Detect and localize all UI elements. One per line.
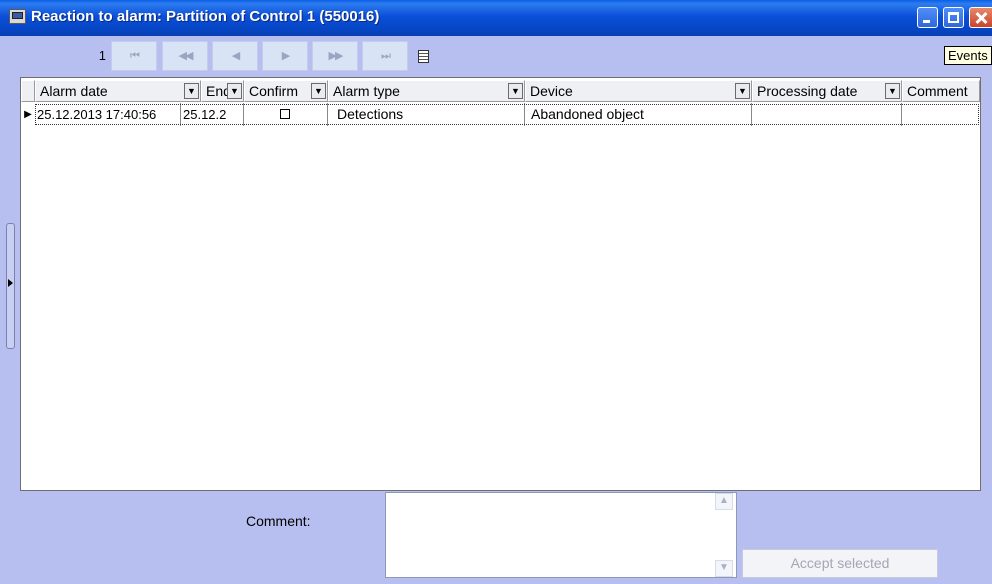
dropdown-arrow-icon[interactable]: ▼ — [508, 83, 523, 99]
cell-alarm-type[interactable]: Detections — [328, 103, 525, 126]
header-indicator — [21, 80, 35, 102]
accept-selected-button[interactable]: Accept selected — [742, 549, 938, 578]
record-navigator: 1 ⏮ ◀◀ ◀ ▶ ▶▶ ⏭ — [0, 36, 992, 76]
previous-icon: ◀ — [231, 50, 241, 62]
cell-device[interactable]: Abandoned object — [525, 103, 752, 126]
cell-comment[interactable] — [902, 103, 979, 126]
column-header-comment[interactable]: Comment — [902, 80, 980, 102]
column-label: Comment — [907, 83, 968, 99]
minimize-button[interactable] — [917, 7, 938, 28]
title-bar[interactable]: Reaction to alarm: Partition of Control … — [0, 0, 992, 36]
app-icon — [9, 9, 26, 24]
column-label: Device — [530, 83, 573, 99]
column-header-end[interactable]: End ▼ — [201, 80, 244, 102]
row-indicator-icon: ▶ — [24, 109, 32, 120]
first-icon: ⏮ — [130, 50, 140, 62]
grid-header: Alarm date ▼ End ▼ Confirm ▼ Alarm type … — [21, 78, 980, 102]
dropdown-arrow-icon[interactable]: ▼ — [885, 83, 900, 99]
close-button[interactable] — [969, 7, 992, 28]
rewind-icon: ◀◀ — [178, 50, 194, 62]
scroll-up-icon[interactable]: ▲ — [715, 493, 733, 510]
column-header-alarm-date[interactable]: Alarm date ▼ — [35, 80, 201, 102]
window-title: Reaction to alarm: Partition of Control … — [31, 8, 380, 25]
column-header-device[interactable]: Device ▼ — [525, 80, 752, 102]
expand-arrow-icon[interactable] — [8, 279, 13, 287]
cell-processing-date[interactable] — [752, 103, 902, 126]
dropdown-arrow-icon[interactable]: ▼ — [184, 83, 199, 99]
column-header-alarm-type[interactable]: Alarm type ▼ — [328, 80, 525, 102]
last-icon: ⏭ — [381, 50, 391, 62]
scroll-down-icon[interactable]: ▼ — [715, 560, 733, 577]
next-record-button[interactable]: ▶ — [262, 41, 308, 71]
dropdown-arrow-icon[interactable]: ▼ — [227, 83, 242, 99]
fast-forward-icon: ▶▶ — [328, 50, 344, 62]
confirm-checkbox[interactable] — [280, 109, 290, 119]
column-label: Alarm type — [333, 83, 400, 99]
prior-page-button[interactable]: ◀◀ — [162, 41, 208, 71]
dropdown-arrow-icon[interactable]: ▼ — [735, 83, 750, 99]
next-page-button[interactable]: ▶▶ — [312, 41, 358, 71]
next-icon: ▶ — [281, 50, 291, 62]
first-record-button[interactable]: ⏮ — [111, 41, 157, 71]
comment-scrollbar[interactable]: ▲ ▼ — [715, 493, 735, 577]
column-header-confirm[interactable]: Confirm ▼ — [244, 80, 328, 102]
events-grid[interactable]: Alarm date ▼ End ▼ Confirm ▼ Alarm type … — [20, 77, 981, 491]
prior-record-button[interactable]: ◀ — [212, 41, 258, 71]
column-label: Alarm date — [40, 83, 108, 99]
cell-end[interactable]: 25.12.2 — [181, 103, 244, 126]
comment-input[interactable] — [385, 492, 737, 578]
comment-label: Comment: — [246, 513, 311, 529]
column-label: Confirm — [249, 83, 299, 99]
column-label: Processing date — [757, 83, 858, 99]
cell-alarm-date[interactable]: 25.12.2013 17:40:56 — [35, 103, 181, 126]
window: Reaction to alarm: Partition of Control … — [0, 0, 992, 584]
columns-grid-icon[interactable] — [418, 50, 429, 63]
table-row[interactable]: ▶ 25.12.2013 17:40:56 25.12.2 Detections… — [21, 103, 980, 126]
column-header-processing-date[interactable]: Processing date ▼ — [752, 80, 902, 102]
last-record-button[interactable]: ⏭ — [362, 41, 408, 71]
dropdown-arrow-icon[interactable]: ▼ — [311, 83, 326, 99]
page-number: 1 — [98, 48, 106, 63]
maximize-button[interactable] — [943, 7, 964, 28]
